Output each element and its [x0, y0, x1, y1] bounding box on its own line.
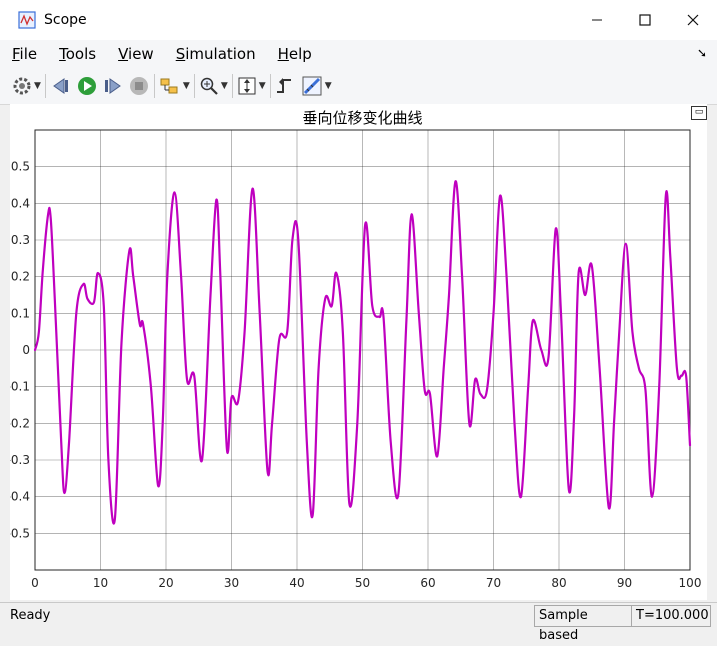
stop-button[interactable]: [128, 73, 150, 99]
x-tick-label: 60: [420, 576, 435, 590]
x-tick-label: 40: [289, 576, 304, 590]
x-tick-label: 90: [617, 576, 632, 590]
grid: [34, 130, 691, 570]
vertical-displacement-chart[interactable]: 垂向位移变化曲线 0.5 0.4 0.3 0.2 0.1 0 -0.1 -0.2 -0.3 -0.…: [7, 104, 707, 600]
run-button[interactable]: [76, 73, 98, 99]
minimize-button[interactable]: [573, 0, 621, 40]
signal-selector-button[interactable]: ▼: [159, 73, 190, 99]
chevron-down-icon[interactable]: ▼: [183, 81, 190, 91]
measurements-icon: [302, 76, 322, 96]
chevron-down-icon[interactable]: ▼: [325, 81, 332, 91]
x-tick-label: 80: [551, 576, 566, 590]
chevron-down-icon[interactable]: ▼: [34, 81, 41, 91]
scope-app-icon: [18, 11, 36, 29]
stop-icon: [129, 77, 148, 95]
maximize-button[interactable]: [621, 0, 669, 40]
gear-icon: [13, 77, 31, 95]
menu-help[interactable]: Help: [270, 45, 322, 63]
menu-tools[interactable]: Tools: [51, 45, 106, 63]
step-back-icon: [53, 78, 68, 94]
close-icon: [687, 14, 699, 26]
title-bar: Scope: [0, 0, 717, 40]
y-tick-label: 0.1: [11, 306, 30, 320]
x-tick-label: 10: [93, 576, 108, 590]
y-tick-label: 0.4: [11, 196, 30, 210]
sample-mode-label: Sample based: [534, 605, 632, 643]
menu-view[interactable]: View: [110, 45, 164, 63]
toolbar-separator: [44, 74, 46, 98]
close-button[interactable]: [669, 0, 717, 40]
configuration-button[interactable]: ▼: [12, 73, 41, 99]
step-forward-button[interactable]: [102, 73, 124, 99]
y-axis-ticks: 0.5 0.4 0.3 0.2 0.1 0 -0.1 -0.2 -0.3 -0.4 -0.5: [7, 160, 30, 541]
signal-selector-icon: [160, 78, 178, 94]
toolbar: ▼ ▼ ▼ ▼ ▼: [0, 68, 717, 105]
triggers-icon: [276, 78, 291, 93]
window-title: Scope: [44, 12, 87, 28]
zoom-icon: [200, 77, 218, 95]
autoscale-button[interactable]: ▼: [237, 73, 266, 99]
status-bar: Ready Sample based T=100.000: [0, 602, 717, 643]
x-tick-label: 100: [679, 576, 702, 590]
toolbar-separator: [193, 74, 195, 98]
menu-file[interactable]: File: [4, 45, 47, 63]
autoscale-icon: [238, 77, 256, 95]
y-tick-label: 0.3: [11, 233, 30, 247]
dock-arrow-icon[interactable]: ➘: [697, 46, 707, 60]
chevron-down-icon[interactable]: ▼: [259, 81, 266, 91]
x-tick-label: 70: [486, 576, 501, 590]
toolbar-separator: [269, 74, 271, 98]
y-tick-label: -0.4: [10, 490, 30, 504]
y-tick-label: -0.3: [10, 453, 30, 467]
x-tick-label: 50: [355, 576, 370, 590]
y-tick-label: -0.1: [10, 380, 30, 394]
x-tick-label: 20: [158, 576, 173, 590]
x-tick-label: 0: [31, 576, 39, 590]
simulation-time-label: T=100.000: [631, 605, 711, 627]
measurements-button[interactable]: ▼: [301, 73, 332, 99]
undock-plot-icon[interactable]: ▭: [691, 106, 707, 120]
status-ready: Ready: [10, 608, 51, 623]
y-tick-label: 0.2: [11, 270, 30, 284]
y-tick-label: -0.2: [10, 416, 30, 430]
y-tick-label: -0.5: [10, 526, 30, 540]
chevron-down-icon[interactable]: ▼: [221, 81, 228, 91]
toolbar-separator: [231, 74, 233, 98]
run-icon: [77, 77, 96, 95]
menu-bar: File Tools View Simulation Help ➘: [0, 40, 717, 68]
x-tick-label: 30: [224, 576, 239, 590]
chart-title: 垂向位移变化曲线: [302, 109, 422, 127]
maximize-icon: [639, 14, 651, 26]
zoom-button[interactable]: ▼: [199, 73, 228, 99]
triggers-button[interactable]: [275, 73, 295, 99]
menu-simulation[interactable]: Simulation: [168, 45, 266, 63]
step-back-button[interactable]: [50, 73, 72, 99]
y-tick-label: 0.5: [11, 160, 30, 174]
y-tick-label: 0: [22, 343, 30, 357]
scope-window: Scope File Tools View Simulation Help ➘ …: [0, 0, 717, 643]
window-controls: [573, 0, 717, 40]
x-axis-ticks: 0 10 20 30 40 50 60 70 80 90 100: [31, 576, 701, 590]
toolbar-separator: [153, 74, 155, 98]
step-forward-icon: [104, 78, 121, 94]
minimize-icon: [592, 19, 602, 21]
scope-display[interactable]: 垂向位移变化曲线 0.5 0.4 0.3 0.2 0.1 0 -0.1 -0.2 -0.3 -0.…: [7, 104, 707, 600]
